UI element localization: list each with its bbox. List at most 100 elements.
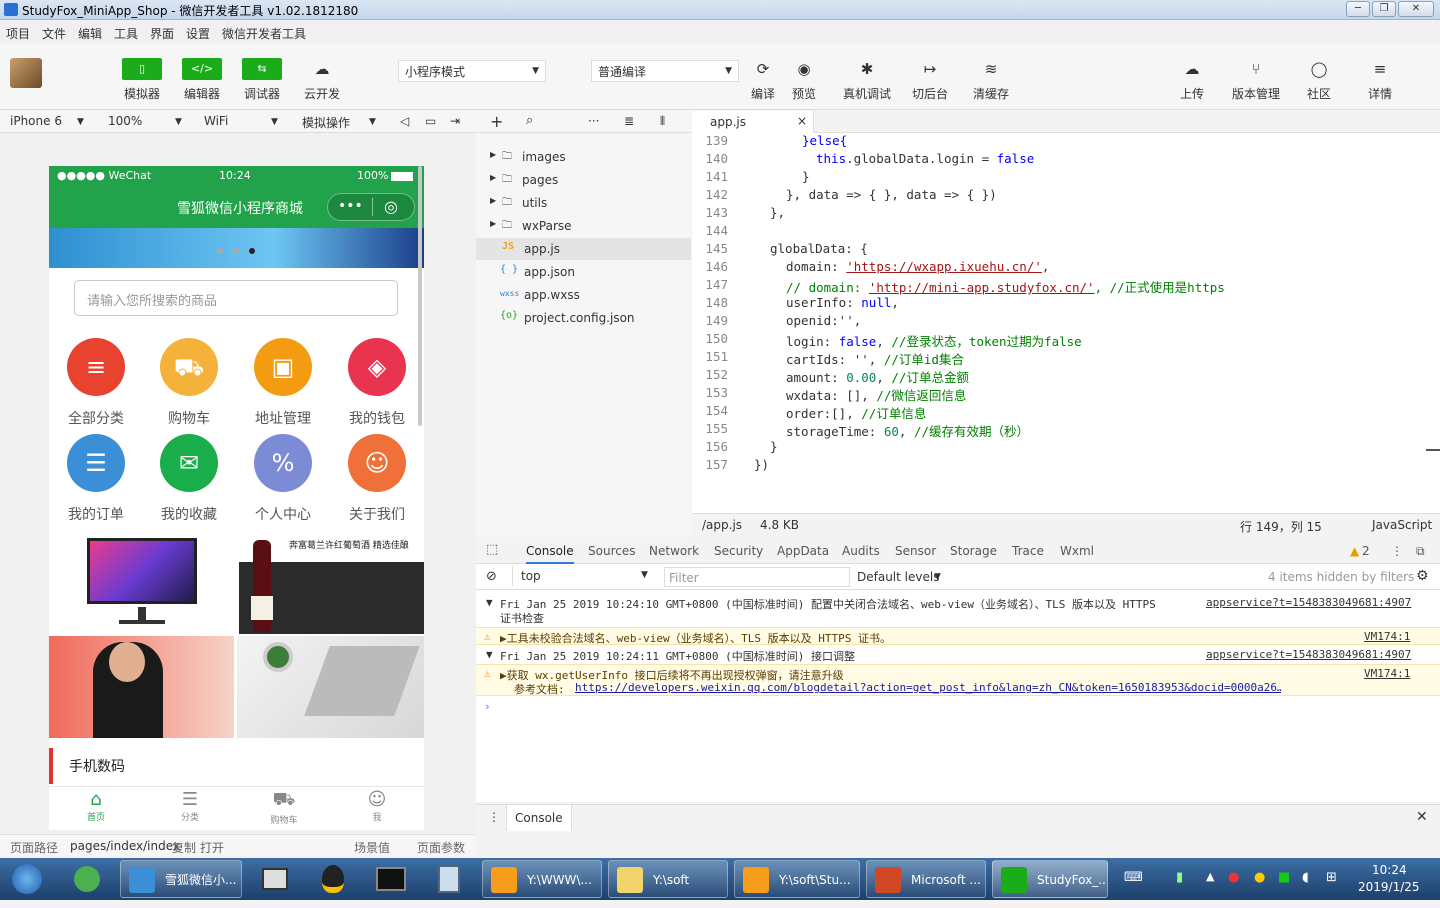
expand-icon[interactable]: ▼ — [486, 596, 493, 609]
category-all[interactable]: ≡ 全部分类 — [51, 338, 141, 428]
folder-wxparse[interactable]: ▶ 🗀 wxParse — [476, 215, 691, 237]
category-about[interactable]: ☺ 关于我们 — [332, 434, 422, 524]
details-button[interactable]: 详情 — [1345, 85, 1415, 102]
chevron-down-icon[interactable]: ▼ — [369, 117, 376, 127]
tab-console[interactable]: Console — [526, 544, 574, 564]
search-input[interactable]: 请输入您所搜索的商品 — [74, 280, 398, 316]
chevron-down-icon[interactable]: ▼ — [271, 117, 278, 127]
folder-images[interactable]: ▶ 🗀 images — [476, 146, 691, 168]
prompt-icon[interactable]: › — [484, 700, 491, 713]
product-wine[interactable]: 奔富葛兰许红葡萄酒 精选佳酿 — [239, 534, 424, 634]
branch-icon[interactable]: ⑂ — [1241, 60, 1271, 78]
taskbar-item-devtools[interactable]: StudyFox_... — [992, 860, 1108, 898]
gear-icon[interactable]: ⚙ — [1416, 568, 1429, 584]
tray-app-icon[interactable]: ● — [1228, 870, 1239, 885]
upload-button[interactable]: 上传 — [1157, 85, 1227, 102]
taskbar-pinned-calc[interactable] — [424, 860, 474, 898]
sort-icon[interactable]: ≣ — [624, 114, 634, 128]
search-icon[interactable]: ⌕ — [526, 113, 533, 128]
menu-project[interactable]: 项目 — [6, 25, 30, 42]
category-address[interactable]: ▣ 地址管理 — [238, 338, 328, 428]
keyboard-icon[interactable]: ⌨ — [1124, 870, 1143, 885]
switch-background-icon[interactable]: ↦ — [915, 60, 945, 78]
maximize-button[interactable]: ❐ — [1372, 1, 1396, 17]
tab-appdata[interactable]: AppData — [777, 544, 829, 558]
taskbar-pinned-qq[interactable] — [308, 860, 358, 898]
file-app-js[interactable]: JS app.js — [476, 238, 691, 260]
volume-icon[interactable]: ◁ — [400, 114, 409, 128]
menu-wechat-devtools[interactable]: 微信开发者工具 — [222, 25, 306, 42]
warning-count[interactable]: 2 — [1362, 544, 1370, 558]
close-window-button[interactable]: ✕ — [1398, 1, 1434, 17]
category-wallet[interactable]: ◈ 我的钱包 — [332, 338, 422, 428]
volume-icon[interactable]: ◖ — [1302, 870, 1309, 885]
menu-file[interactable]: 文件 — [42, 25, 66, 42]
taskbar-pinned-1[interactable] — [62, 860, 112, 898]
product-monitor[interactable] — [49, 534, 236, 634]
window-icon[interactable]: ▭ — [425, 114, 436, 128]
menu-settings[interactable]: 设置 — [186, 25, 210, 42]
product-laptop[interactable] — [237, 636, 424, 738]
warning-source-link[interactable]: VM174:1 — [1364, 630, 1410, 643]
close-drawer-icon[interactable]: ✕ — [1416, 809, 1428, 825]
network-select[interactable]: WiFi — [204, 114, 228, 128]
taskbar-pinned-2[interactable] — [250, 860, 300, 898]
background-button[interactable]: 切后台 — [895, 85, 965, 102]
refresh-icon[interactable]: ⟳ — [748, 60, 778, 78]
tab-storage[interactable]: Storage — [950, 544, 997, 558]
remote-debug-button[interactable]: 真机调试 — [832, 85, 902, 102]
chevron-down-icon[interactable]: ▼ — [934, 572, 941, 582]
taskbar-item-folder[interactable]: Y:\soft — [608, 860, 728, 898]
mode-select[interactable]: 小程序模式 ▼ — [398, 60, 546, 82]
file-project-config[interactable]: {o} project.config.json — [476, 307, 691, 329]
filter-input[interactable]: Filter — [664, 567, 850, 587]
context-select[interactable]: top ▼ — [512, 566, 652, 586]
menu-edit[interactable]: 编辑 — [78, 25, 102, 42]
tab-audits[interactable]: Audits — [842, 544, 880, 558]
tab-trace[interactable]: Trace — [1012, 544, 1044, 558]
layers-icon[interactable]: ≋ — [976, 60, 1006, 78]
warning-entry[interactable]: ⚠ ▶工具未校验合法域名、web-view（业务域名）、TLS 版本以及 HTTP… — [476, 627, 1440, 645]
doc-link[interactable]: https://developers.weixin.qq.com/blogdet… — [575, 681, 1281, 694]
tab-me[interactable]: ☺ 我 — [330, 789, 424, 823]
taskbar-item-sublime-2[interactable]: Y:\soft\Stu... — [734, 860, 860, 898]
folder-utils[interactable]: ▶ 🗀 utils — [476, 192, 691, 214]
start-button[interactable] — [2, 860, 52, 898]
taskbar-pinned-terminal[interactable] — [366, 860, 416, 898]
eye-icon[interactable]: ◉ — [789, 60, 819, 78]
product-fashion[interactable] — [49, 636, 234, 738]
tray-app-icon[interactable]: ■ — [1278, 870, 1290, 885]
community-button[interactable]: 社区 — [1284, 85, 1354, 102]
phone-scrollbar[interactable] — [418, 166, 422, 426]
close-miniapp-icon[interactable]: ◎ — [384, 197, 398, 216]
tab-cart[interactable]: ⛟ 购物车 — [237, 789, 331, 826]
debugger-toggle-icon[interactable]: ⇆ — [242, 58, 282, 80]
file-app-wxss[interactable]: wxss app.wxss — [476, 284, 691, 306]
editor-toggle-icon[interactable]: </> — [182, 58, 222, 80]
tab-wxml[interactable]: Wxml — [1060, 544, 1094, 558]
tab-network[interactable]: Network — [649, 544, 699, 558]
more-icon[interactable]: ••• — [338, 198, 363, 214]
capsule-menu[interactable]: ••• ◎ — [327, 193, 415, 221]
copy-path-link[interactable]: 复制 — [172, 839, 196, 856]
taskbar-item-miniapp[interactable]: 雪狐微信小... — [120, 860, 242, 898]
params-label[interactable]: 页面参数 — [417, 839, 465, 856]
category-orders[interactable]: ☰ 我的订单 — [51, 434, 141, 524]
chevron-down-icon[interactable]: ▼ — [175, 117, 182, 127]
category-profile[interactable]: % 个人中心 — [238, 434, 328, 524]
inspect-icon[interactable]: ⬚ — [486, 542, 498, 557]
device-select[interactable]: iPhone 6 — [10, 114, 62, 128]
tab-app-js[interactable]: app.js × — [692, 111, 814, 133]
kebab-menu-icon[interactable]: ⋮ — [1391, 544, 1403, 558]
scroll-marker[interactable] — [1426, 449, 1440, 451]
scene-label[interactable]: 场景值 — [354, 839, 390, 856]
tab-sources[interactable]: Sources — [588, 544, 635, 558]
log-source-link[interactable]: appservice?t=1548383049681:4907 — [1206, 648, 1411, 661]
upload-icon[interactable]: ☁ — [1177, 60, 1207, 78]
menu-view[interactable]: 界面 — [150, 25, 174, 42]
external-window-icon[interactable]: ⇥ — [450, 114, 460, 128]
clear-cache-button[interactable]: 清缓存 — [956, 85, 1026, 102]
taskbar-item-sublime-1[interactable]: Y:\WWW\... — [482, 860, 602, 898]
drawer-menu-icon[interactable]: ⋮ — [488, 810, 500, 824]
open-path-link[interactable]: 打开 — [200, 839, 224, 856]
